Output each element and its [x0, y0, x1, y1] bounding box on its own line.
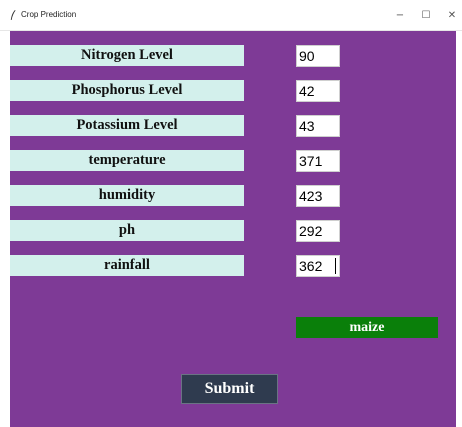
window-title: Crop Prediction: [21, 10, 77, 19]
text-cursor: [335, 258, 336, 274]
crop-prediction-window: Crop Prediction − ☐ ✕ Nitrogen Level 90 …: [0, 0, 462, 427]
phosphorus-level-input[interactable]: 42: [296, 80, 340, 102]
form-area: Nitrogen Level 90 Phosphorus Level 42 Po…: [10, 31, 456, 427]
feather-icon: [10, 10, 16, 20]
temperature-input[interactable]: 371: [296, 150, 340, 172]
label-rainfall: rainfall: [10, 255, 244, 276]
label-nitrogen-level: Nitrogen Level: [10, 45, 244, 66]
potassium-level-input[interactable]: 43: [296, 115, 340, 137]
minimize-button[interactable]: −: [394, 10, 406, 22]
title-bar: Crop Prediction − ☐ ✕: [0, 0, 462, 31]
label-humidity: humidity: [10, 185, 244, 206]
rainfall-input[interactable]: 362: [296, 255, 340, 277]
prediction-result: maize: [296, 317, 438, 338]
nitrogen-level-input[interactable]: 90: [296, 45, 340, 67]
submit-button[interactable]: Submit: [181, 374, 278, 404]
maximize-button[interactable]: ☐: [420, 10, 432, 22]
ph-input[interactable]: 292: [296, 220, 340, 242]
label-temperature: temperature: [10, 150, 244, 171]
label-ph: ph: [10, 220, 244, 241]
label-phosphorus-level: Phosphorus Level: [10, 80, 244, 101]
label-potassium-level: Potassium Level: [10, 115, 244, 136]
humidity-input[interactable]: 423: [296, 185, 340, 207]
close-button[interactable]: ✕: [446, 10, 458, 22]
